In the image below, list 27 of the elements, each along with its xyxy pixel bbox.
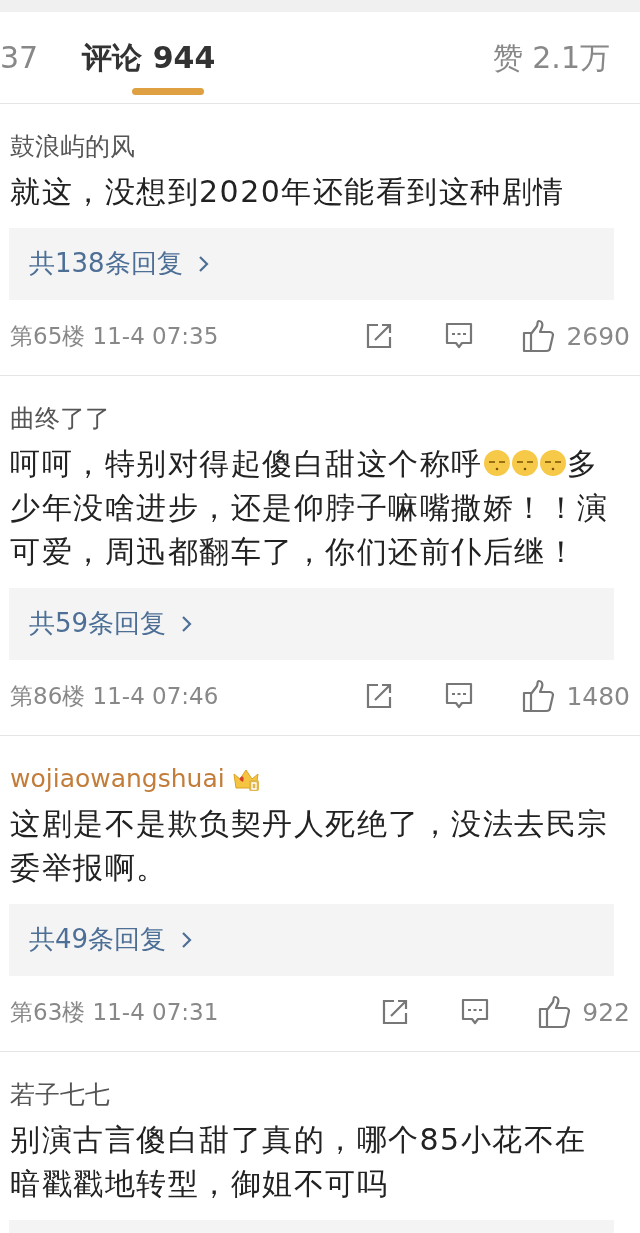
floor-and-time: 第63楼 11-4 07:31 [10, 998, 219, 1027]
replies-link[interactable]: 共59条回复 [9, 587, 614, 660]
thumbs-up-icon[interactable] [522, 319, 557, 354]
tab[interactable]: 37 [0, 12, 39, 103]
comment-text: 就这，没想到2020年还能看到这种剧情 [9, 172, 566, 211]
emoji-icon [510, 448, 539, 477]
emoji-icon [538, 448, 567, 477]
comment-text: 这剧是不是欺负契丹人死绝了，没法去民宗委举报啊。 [9, 804, 610, 887]
like-count: 1480 [566, 680, 630, 713]
username[interactable]: wojiaowangshuai [10, 760, 225, 798]
comment-text: 别演古言傻白甜了真的，哪个85小花不在暗戳戳地转型，御姐不可吗 [9, 1120, 588, 1203]
username[interactable]: 曲终了了 [10, 400, 110, 438]
tab[interactable]: 评论 944 [80, 12, 218, 103]
replies-link[interactable]: 共49条回复 [9, 903, 614, 976]
likes-tab[interactable]: 赞 2.1万 [492, 35, 610, 80]
username[interactable]: 若子七七 [10, 1076, 110, 1114]
comment-text: 呵呵，特别对得起傻白甜这个称呼 多少年没啥进步，还是仰脖子嘛嘴撒娇！！演可爱，周迅都翻车了，你们还前仆后继！ [9, 444, 610, 571]
emoji-icon [482, 448, 511, 477]
chevron-right-icon [196, 253, 211, 274]
floor-and-time: 第65楼 11-4 07:35 [10, 322, 219, 351]
floor-and-time: 第86楼 11-4 07:46 [10, 682, 219, 711]
thumbs-up-icon[interactable] [522, 679, 557, 714]
thumbs-up-icon[interactable] [538, 995, 573, 1030]
like-count: 2690 [566, 320, 630, 353]
username[interactable]: 鼓浪屿的风 [10, 128, 135, 166]
like-count: 922 [582, 996, 630, 1029]
replies-link[interactable]: 共138条回复 [9, 227, 614, 300]
